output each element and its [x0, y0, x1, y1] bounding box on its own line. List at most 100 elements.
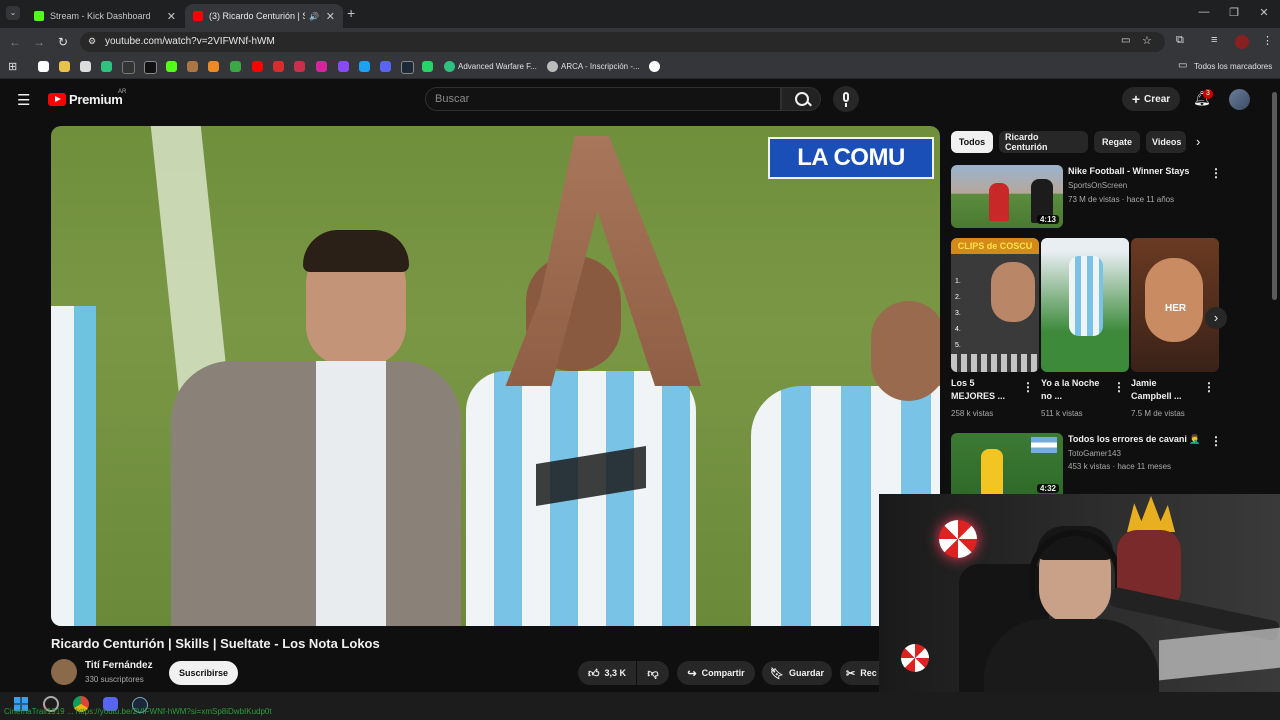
window-close-button[interactable]: ✕ [1256, 6, 1272, 19]
more-options-icon[interactable]: ⋮ [1113, 380, 1125, 394]
tab-search-icon[interactable]: ⌄ [6, 6, 20, 20]
bookmark-arca[interactable]: ARCA - Inscripción -... [561, 62, 640, 71]
close-icon[interactable]: ✕ [326, 10, 335, 23]
bookmark-icon[interactable] [80, 61, 91, 72]
reload-button[interactable]: ↻ [56, 35, 70, 49]
restore-button[interactable]: ❐ [1226, 6, 1242, 19]
bookmark-icon[interactable] [101, 61, 112, 72]
recommended-channel[interactable]: SportsOnScreen [1068, 181, 1127, 190]
short-thumbnail[interactable]: CLIPS de COSCU 1. 2. 3. 4. 5. [951, 238, 1039, 372]
short-views: 511 k vistas [1041, 409, 1083, 418]
tab-youtube-video[interactable]: (3) Ricardo Centurión | Skill 🔊 ✕ [185, 4, 343, 28]
new-tab-button[interactable]: + [347, 5, 355, 21]
bookmark-icon[interactable] [273, 61, 284, 72]
subscribe-button[interactable]: Suscribirse [169, 661, 238, 685]
cast-icon[interactable]: ▭ [1121, 35, 1130, 46]
site-info-icon[interactable]: ⚙ [88, 36, 96, 47]
kick-favicon-icon [34, 11, 44, 21]
chip-videos[interactable]: Videos [1146, 131, 1186, 153]
kick-bookmark-icon[interactable] [166, 61, 177, 72]
create-button[interactable]: + Crear [1122, 87, 1180, 111]
bookmark-icon[interactable] [294, 61, 305, 72]
back-button[interactable]: ← [8, 35, 22, 49]
dislike-button[interactable]: 👎︎ [637, 661, 669, 685]
close-icon[interactable]: ✕ [167, 10, 176, 23]
apps-icon[interactable]: ⊞ [8, 60, 17, 73]
chip-regate[interactable]: Regate [1094, 131, 1140, 153]
forward-button[interactable]: → [32, 35, 46, 49]
plus-icon: + [1131, 91, 1141, 107]
status-link-url: CinemaTrail1919 ... https://youtu.be/2VI… [4, 707, 272, 716]
page-scrollbar[interactable] [1272, 92, 1277, 300]
chevron-right-icon[interactable]: › [1196, 134, 1200, 149]
browser-menu-icon[interactable]: ⋮ [1262, 34, 1273, 47]
short-thumbnail[interactable]: HER [1131, 238, 1219, 372]
bookmark-icon[interactable] [187, 61, 198, 72]
share-button[interactable]: ↪ Compartir [677, 661, 755, 685]
share-icon: ↪ [687, 667, 697, 680]
more-options-icon[interactable]: ⋮ [1022, 380, 1034, 394]
chair-logo [901, 644, 929, 672]
thumbs-up-icon: 👍︎ [587, 667, 600, 680]
channel-name[interactable]: Tití Fernández [85, 660, 153, 671]
bookmark-star-icon[interactable]: ☆ [1142, 34, 1152, 47]
x-bookmark-icon[interactable] [144, 61, 157, 74]
recommended-title[interactable]: Todos los errores de cavani 🤦‍♂️ [1068, 433, 1201, 446]
video-title: Ricardo Centurión | Skills | Sueltate - … [51, 636, 380, 651]
media-control-icon[interactable]: ≡ [1211, 34, 1217, 46]
bookmark-icon[interactable] [380, 61, 391, 72]
bookmark-icon[interactable] [359, 61, 370, 72]
profile-avatar[interactable] [1235, 35, 1249, 49]
search-button[interactable] [781, 87, 821, 111]
speaker-icon[interactable]: 🔊 [309, 12, 319, 21]
player-right-head [871, 301, 940, 401]
bookmark-icon[interactable] [122, 61, 135, 74]
shirt-collar [316, 361, 386, 626]
all-bookmarks[interactable]: Todos los marcadores [1194, 62, 1272, 71]
recommended-channel[interactable]: TotoGamer143 [1068, 449, 1121, 458]
short-views: 258 k vistas [951, 409, 994, 418]
search-input[interactable]: Buscar [425, 87, 781, 111]
more-options-icon[interactable]: ⋮ [1210, 166, 1222, 180]
whatsapp-bookmark-icon[interactable] [422, 61, 433, 72]
bookmark-icon[interactable] [547, 61, 558, 72]
short-title[interactable]: Los 5 MEJORES ... [951, 377, 1017, 403]
short-thumbnail[interactable] [1041, 238, 1129, 372]
tab-kick-dashboard[interactable]: Stream - Kick Dashboard ✕ [26, 4, 184, 28]
bookmark-icon[interactable] [338, 61, 349, 72]
recommended-meta: 73 M de vistas · hace 11 años [1068, 195, 1175, 204]
recommended-thumbnail[interactable]: 4:32 [951, 433, 1063, 495]
bookmark-icon[interactable] [208, 61, 219, 72]
extensions-icon[interactable]: ⧉ [1176, 34, 1184, 47]
chip-todos[interactable]: Todos [951, 131, 993, 153]
webcam-overlay [879, 494, 1280, 720]
anime-figure [1127, 496, 1175, 532]
video-player[interactable]: LA COMU [51, 126, 940, 626]
chip-ricardo-centurion[interactable]: Ricardo Centurión [999, 131, 1088, 153]
instagram-bookmark-icon[interactable] [316, 61, 327, 72]
shorts-next-button[interactable]: › [1205, 307, 1227, 329]
voice-search-button[interactable] [833, 86, 859, 112]
recommended-title[interactable]: Nike Football - Winner Stays [1068, 165, 1189, 178]
youtube-bookmark-icon[interactable] [252, 61, 263, 72]
channel-avatar[interactable] [51, 659, 77, 685]
save-button[interactable]: 🔖︎ Guardar [762, 661, 832, 685]
google-bookmark-icon[interactable] [38, 61, 49, 72]
recommended-thumbnail[interactable]: 4:13 [951, 165, 1063, 228]
like-button[interactable]: 👍︎ 3,3 K [578, 661, 636, 685]
hamburger-menu-icon[interactable]: ☰ [17, 91, 30, 109]
minimize-button[interactable]: — [1196, 6, 1212, 18]
more-options-icon[interactable]: ⋮ [1203, 380, 1215, 394]
short-title[interactable]: Yo a la Noche no ... [1041, 377, 1107, 403]
bookmark-icon[interactable] [59, 61, 70, 72]
url-text[interactable]: youtube.com/watch?v=2VIFWNf-hWM [105, 36, 275, 47]
steam-bookmark-icon[interactable] [401, 61, 414, 74]
short-title[interactable]: Jamie Campbell ... [1131, 377, 1197, 403]
youtube-logo[interactable]: Premium [48, 92, 123, 107]
account-avatar[interactable] [1229, 89, 1250, 110]
bookmark-icon[interactable] [444, 61, 455, 72]
bookmark-icon[interactable] [230, 61, 241, 72]
more-options-icon[interactable]: ⋮ [1210, 434, 1222, 448]
bookmark-advanced-warfare[interactable]: Advanced Warfare F... [458, 62, 537, 71]
google-bookmark-icon[interactable] [649, 61, 660, 72]
